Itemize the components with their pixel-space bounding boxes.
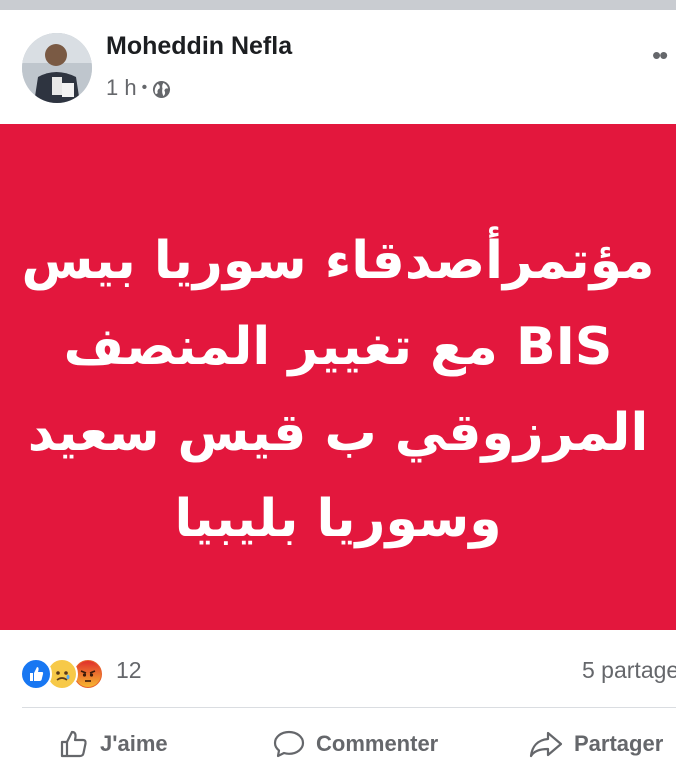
share-label: Partager: [574, 731, 664, 756]
reaction-count[interactable]: 12: [116, 657, 142, 684]
avatar-photo: [22, 33, 92, 103]
banner-line: BIS مع تغيير المنصف: [63, 317, 613, 377]
share-count[interactable]: 5 partages: [582, 657, 676, 684]
comment-icon: [273, 730, 305, 758]
avatar[interactable]: [22, 33, 92, 103]
meta-separator: •: [141, 79, 148, 96]
top-separator: [0, 0, 676, 10]
post-meta: 1 h •: [106, 75, 171, 101]
globe-icon: [152, 79, 171, 98]
banner-line: مؤتمرأصدقاء سوريا بيس: [21, 231, 655, 291]
share-button[interactable]: Partager: [528, 728, 663, 760]
reactions-summary: 12 5 partages: [0, 630, 676, 708]
post-header: Moheddin Nefla 1 h • ••: [0, 10, 676, 122]
like-reaction-icon[interactable]: [20, 658, 52, 690]
post-image-banner: مؤتمرأصدقاء سوريا بيس BIS مع تغيير المنص…: [0, 124, 676, 630]
post-actions: J'aime Commenter Partager: [0, 708, 676, 783]
thumbs-up-icon: [60, 730, 87, 758]
share-arrow-icon: [529, 731, 563, 758]
comment-button[interactable]: Commenter: [272, 728, 438, 760]
banner-line: وسوريا بليبيا: [174, 489, 502, 549]
banner-text: مؤتمرأصدقاء سوريا بيس BIS مع تغيير المنص…: [0, 218, 676, 562]
more-dots-icon[interactable]: ••: [652, 40, 668, 71]
comment-label: Commenter: [316, 731, 439, 756]
like-button[interactable]: J'aime: [58, 728, 168, 760]
banner-line: المرزوقي ب قيس سعيد: [27, 403, 649, 463]
post-time[interactable]: 1 h: [106, 75, 137, 101]
author-name[interactable]: Moheddin Nefla: [106, 32, 292, 61]
like-label: J'aime: [100, 731, 168, 756]
